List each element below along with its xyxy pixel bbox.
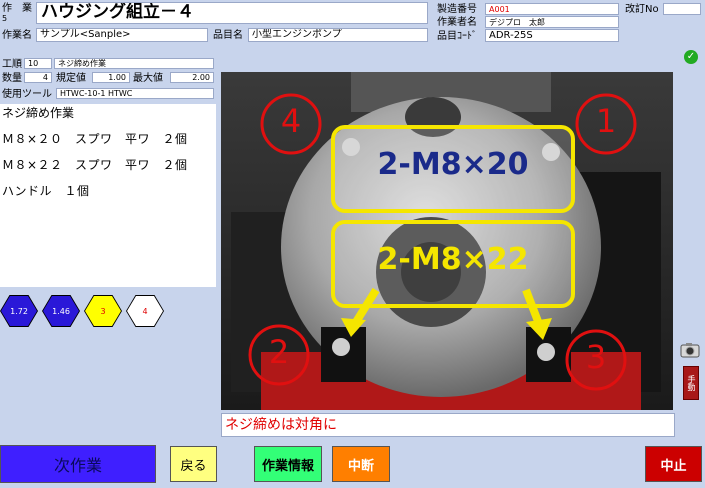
tool-label: 使用ツール: [2, 89, 52, 100]
torque-badge: 1.72: [0, 295, 38, 327]
steps-panel: ネジ締め作業 Ｍ８×２０ スプワ 平ワ ２個 Ｍ８×２２ スプワ 平ワ ２個 ハ…: [0, 104, 216, 287]
mfg-no-label: 製造番号: [437, 4, 477, 15]
work-info-button[interactable]: 作業情報: [254, 446, 322, 482]
product-code-field: ADR-25S: [485, 29, 619, 42]
spec-field: 1.00: [92, 72, 130, 83]
operation-no: 5: [2, 14, 8, 23]
torque-badges: 1.72 1.46 3 4: [0, 295, 164, 327]
callout-bottom-label: 2-M8×22: [377, 242, 529, 277]
tool-field: HTWC-10-1 HTWC: [56, 88, 214, 99]
torque-badge: 3: [84, 295, 122, 327]
process-label: 工順: [2, 59, 22, 70]
worker-label: 作業者名: [437, 17, 477, 28]
manual-button[interactable]: 手動: [683, 366, 699, 400]
work-name-label: 作業名: [2, 30, 32, 41]
product-code-label: 品目ｺｰﾄﾞ: [437, 31, 477, 42]
qty-field: 4: [24, 72, 52, 83]
page-title: ハウジング組立－４: [36, 2, 428, 24]
circle-label-3: 3: [585, 338, 607, 376]
qty-label: 数量: [2, 73, 22, 84]
back-button[interactable]: 戻る: [170, 446, 217, 482]
product-name-label: 品目名: [213, 30, 243, 41]
check-icon: ✓: [684, 50, 698, 64]
step-line: Ｍ８×２０ スプワ 平ワ ２個: [2, 132, 188, 146]
steps-heading: ネジ締め作業: [2, 106, 75, 120]
stop-button[interactable]: 中止: [645, 446, 702, 482]
revision-field: [663, 3, 701, 15]
step-line: ハンドル １個: [2, 184, 90, 198]
next-work-button[interactable]: 次作業: [0, 445, 156, 483]
pause-button[interactable]: 中断: [332, 446, 390, 482]
step-line: Ｍ８×２２ スプワ 平ワ ２個: [2, 158, 188, 172]
torque-badge: 4: [126, 295, 164, 327]
work-name-field: サンプル<Sanple>: [36, 28, 208, 42]
max-field: 2.00: [170, 72, 214, 83]
circle-label-4: 4: [280, 102, 302, 140]
callout-top-label: 2-M8×20: [377, 147, 529, 182]
spec-label: 規定値: [56, 73, 86, 84]
instruction-message: ネジ締めは対角に: [221, 413, 675, 437]
process-name-field: ネジ締め作業: [54, 58, 214, 69]
process-no-field: 10: [24, 58, 52, 69]
worker-field: デジプロ 太郎: [485, 16, 619, 28]
work-photo: 2-M8×20 2-M8×22 4 1 2 3: [221, 72, 673, 410]
circle-label-2: 2: [268, 333, 290, 371]
camera-icon[interactable]: [680, 340, 700, 360]
product-name-field: 小型エンジンポンプ: [248, 28, 428, 42]
torque-badge: 1.46: [42, 295, 80, 327]
mfg-no-field: A001: [485, 3, 619, 15]
circle-label-1: 1: [595, 102, 617, 140]
max-label: 最大値: [133, 73, 163, 84]
revision-label: 改訂No: [625, 4, 659, 15]
